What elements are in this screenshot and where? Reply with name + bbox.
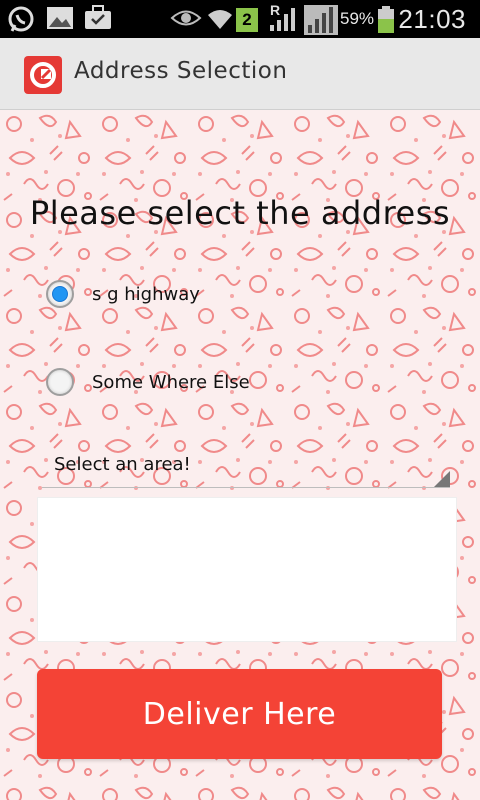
wifi-icon <box>206 5 234 31</box>
whatsapp-icon <box>6 5 36 33</box>
spinner-label: Select an area! <box>54 454 191 475</box>
battery-percent: 59% <box>340 9 375 28</box>
section-heading: Please select the address <box>29 194 451 232</box>
radio-button-checked[interactable] <box>46 280 74 308</box>
page-title: Address Selection <box>74 58 288 84</box>
radio-button-unchecked[interactable] <box>46 368 74 396</box>
radio-option-somewhere-else[interactable]: Some Where Else <box>46 365 250 399</box>
radio-option-sg-highway[interactable]: s g highway <box>46 277 200 311</box>
area-spinner[interactable]: Select an area! <box>42 448 450 488</box>
status-bar: 2 R 59% 21:03 <box>0 0 480 38</box>
signal-icon <box>268 5 298 33</box>
signal-icon-2 <box>304 5 338 35</box>
radio-label: s g highway <box>92 283 200 305</box>
address-input[interactable] <box>37 497 457 642</box>
briefcase-icon <box>84 5 112 31</box>
app-logo-icon[interactable] <box>24 56 62 94</box>
battery-icon <box>377 6 395 34</box>
action-bar: Address Selection <box>0 38 480 110</box>
notification-badge: 2 <box>236 8 258 32</box>
dropdown-triangle-icon <box>434 471 450 487</box>
clock: 21:03 <box>398 4 466 34</box>
main-content: Please select the address s g highway So… <box>0 110 480 800</box>
gallery-icon <box>46 5 74 31</box>
deliver-here-button[interactable]: Deliver Here <box>37 669 442 759</box>
radio-label: Some Where Else <box>92 371 250 393</box>
eye-icon <box>170 5 202 31</box>
